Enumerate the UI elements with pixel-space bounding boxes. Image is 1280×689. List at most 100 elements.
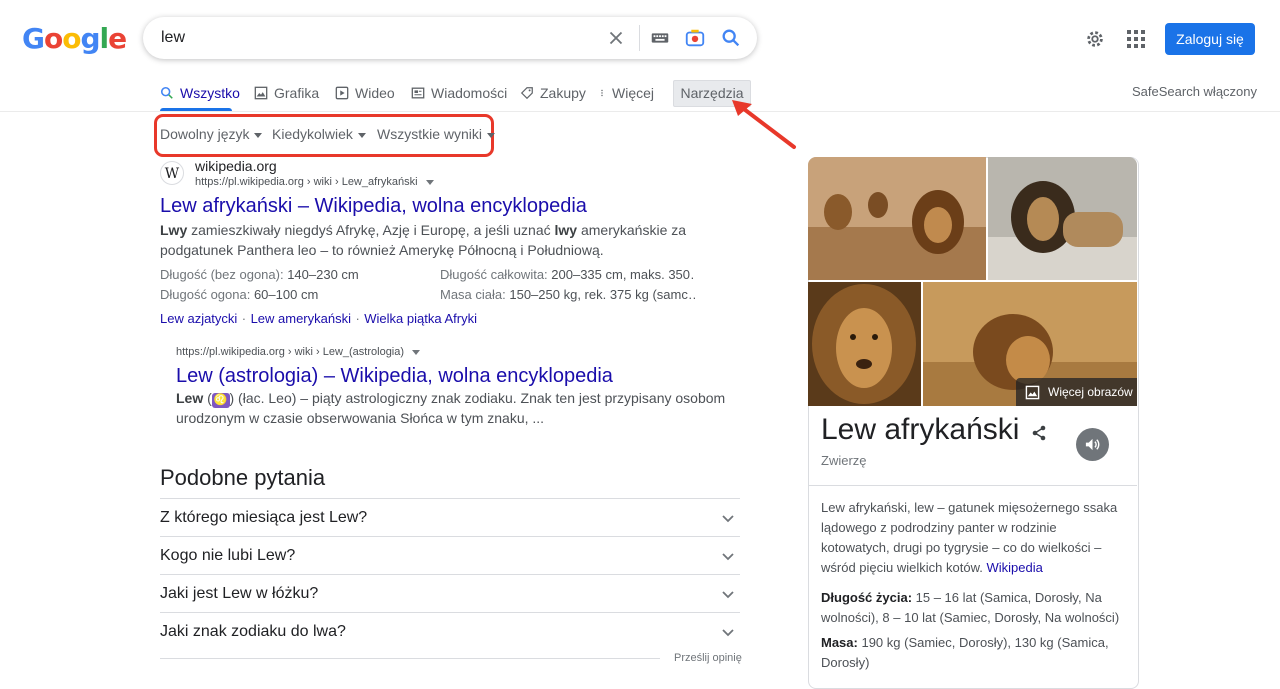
feedback-link[interactable]: Prześlij opinię [674,652,742,664]
snippet-bold: lwy [554,222,578,238]
logo-letter: l [99,22,110,55]
result-url[interactable]: https://pl.wikipedia.org › wiki › Lew_(a… [176,346,421,358]
filter-language[interactable]: Dowolny język [160,126,262,142]
search-icon[interactable] [720,27,742,49]
sitelink[interactable]: Lew azjatycki [160,311,237,326]
lion-image[interactable] [808,157,986,280]
result-snippet: Lwy zamieszkiwały niegdyś Afrykę, Azję i… [160,220,740,260]
result-snippet: Lew (♌) (łac. Leo) – piąty astrologiczny… [176,388,736,428]
fact-label: Masa ciała: [440,287,506,302]
search-input[interactable]: lew [161,29,185,47]
logo-letter: G [22,22,45,55]
fact-row: Długość (bez ogona): 140–230 cm [160,266,359,284]
sitelink[interactable]: Lew amerykański [251,311,351,326]
tab-label: Wideo [355,85,395,101]
caret-down-icon[interactable] [412,349,421,355]
more-images-button[interactable]: Więcej obrazów [1016,378,1137,406]
kp-fact: Masa: 190 kg (Samiec, Dorosły), 130 kg (… [821,633,1121,673]
kp-fact-label[interactable]: Masa: [821,635,858,650]
paa-question[interactable]: Jaki znak zodiaku do lwa? [160,612,740,651]
fact-row: Długość całkowita: 200–335 cm, maks. 350… [440,266,695,284]
paa-question-text: Jaki znak zodiaku do lwa? [160,623,346,640]
logo-letter: e [108,22,127,55]
search-box[interactable]: lew [143,17,757,59]
share-icon[interactable] [1030,424,1048,442]
sitelink[interactable]: Wielka piątka Afryki [364,311,477,326]
result-url-text: https://pl.wikipedia.org › wiki › Lew_af… [195,176,418,188]
result-url-text: https://pl.wikipedia.org › wiki › Lew_(a… [176,346,405,358]
snippet-text: amerykańskie za [577,222,687,238]
chevron-down-icon [722,515,734,523]
fact-value: 150–250 kg, rek. 375 kg (samc… [505,287,695,302]
kp-subtitle: Zwierzę [821,453,867,468]
camera-icon[interactable] [684,27,706,49]
kp-source-link[interactable]: Wikipedia [986,560,1042,575]
tab-more[interactable]: Więcej [598,84,654,102]
fact-label: Długość ogona: [160,287,251,302]
kp-fact-label[interactable]: Długość życia: [821,590,912,605]
annotation-arrow [732,100,796,149]
logo-letter: o [62,22,81,55]
chevron-down-icon [722,591,734,599]
apps-grid-icon[interactable] [1127,30,1145,48]
safesearch-status[interactable]: SafeSearch włączony [1132,84,1257,99]
tab-label: Wiadomości [431,85,508,101]
play-icon [335,86,349,100]
search-icon [160,86,173,99]
image-icon [1025,385,1040,400]
kp-fact-value: 190 kg (Samiec, Dorosły), 130 kg (Samica… [821,635,1109,670]
logo-letter: g [80,22,100,55]
filter-time[interactable]: Kiedykolwiek [272,126,366,142]
filter-results[interactable]: Wszystkie wyniki [377,126,495,142]
tabs-divider [0,111,1280,112]
paa-question[interactable]: Z którego miesiąca jest Lew? [160,498,740,537]
lion-image[interactable] [808,282,921,406]
result-site-name[interactable]: wikipedia.org [195,158,277,174]
tab-label: Wszystko [180,85,240,101]
paa-question[interactable]: Jaki jest Lew w łóżku? [160,574,740,613]
separator-dot: · [355,311,360,326]
paa-question-text: Jaki jest Lew w łóżku? [160,585,319,602]
tab-all[interactable]: Wszystko [160,84,240,102]
fact-row: Masa ciała: 150–250 kg, rek. 375 kg (sam… [440,286,695,304]
kp-description-text: Lew afrykański, lew – gatunek mięsożerne… [821,500,1118,575]
result-title-link[interactable]: Lew (astrologia) – Wikipedia, wolna ency… [176,365,613,388]
google-logo[interactable]: Google [22,22,127,55]
paa-divider [160,658,660,659]
image-icon [254,86,268,100]
tab-shopping[interactable]: Zakupy [520,84,586,102]
tab-label: Więcej [612,85,655,101]
keyboard-icon[interactable] [649,27,671,49]
separator-dot: · [241,311,247,326]
kp-title: Lew afrykański [821,413,1020,446]
kp-description: Lew afrykański, lew – gatunek mięsożerne… [821,498,1121,578]
snippet-line: Lwy zamieszkiwały niegdyś Afrykę, Azję i… [160,220,740,240]
chevron-down-icon [722,553,734,561]
fact-label: Długość (bez ogona): [160,267,284,282]
tab-images[interactable]: Grafika [254,84,319,102]
tab-video[interactable]: Wideo [335,84,395,102]
caret-down-icon[interactable] [425,179,434,185]
snippet-line: podgatunek Panthera leo – to również Ame… [160,242,604,258]
kp-divider [809,485,1137,486]
more-images-label: Więcej obrazów [1048,385,1133,399]
speaker-button[interactable] [1076,428,1109,461]
login-button[interactable]: Zaloguj się [1165,23,1255,55]
tab-news[interactable]: Wiadomości [411,84,507,102]
snippet-text: zamieszkiwały niegdyś Afrykę, Azję i Eur… [187,222,555,238]
chevron-down-icon [722,629,734,637]
news-icon [411,87,425,99]
clear-icon[interactable] [605,27,627,49]
fact-value: 60–100 cm [250,287,319,302]
leo-symbol-icon: ♌ [211,393,230,408]
gear-icon[interactable] [1084,28,1106,50]
result-title-link[interactable]: Lew afrykański – Wikipedia, wolna encykl… [160,195,587,218]
snippet-line: Lew (♌) (łac. Leo) – piąty astrologiczny… [176,390,726,408]
paa-question[interactable]: Kogo nie lubi Lew? [160,536,740,575]
more-vert-icon [601,89,603,97]
wikipedia-favicon: W [160,161,184,185]
sitelinks: Lew azjatycki · Lew amerykański · Wielka… [160,310,477,328]
lion-image[interactable] [988,157,1137,280]
speaker-icon [1085,438,1100,451]
result-url[interactable]: https://pl.wikipedia.org › wiki › Lew_af… [195,176,434,188]
